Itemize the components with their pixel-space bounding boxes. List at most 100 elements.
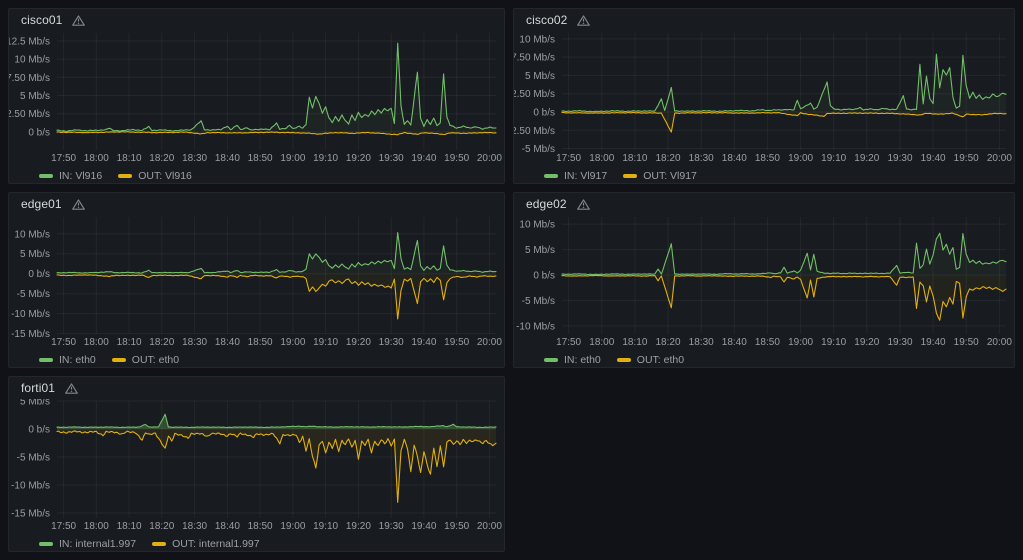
panel: edge01 17:5018:0018:1018:2018:3018:4018:… (8, 192, 505, 368)
legend-item[interactable]: OUT: Vl917 (623, 170, 697, 182)
legend-label: IN: Vl916 (59, 170, 102, 182)
x-tick-label: 18:40 (722, 153, 747, 164)
x-tick-label: 19:30 (887, 153, 912, 164)
panel-header[interactable]: forti01 (9, 377, 504, 399)
series-line-in (57, 43, 496, 131)
panel-header[interactable]: edge02 (514, 193, 1014, 215)
y-tick-label: 10 Mb/s (519, 220, 555, 231)
x-tick-label: 18:30 (689, 153, 714, 164)
x-tick-label: 19:20 (346, 153, 371, 164)
panel-title[interactable]: cisco02 (526, 13, 567, 27)
legend-item[interactable]: OUT: Vl916 (118, 170, 192, 182)
x-tick-label: 17:50 (51, 337, 76, 348)
x-tick-label: 18:50 (755, 153, 780, 164)
series-line-out (562, 112, 1006, 132)
panel-title[interactable]: forti01 (21, 381, 55, 395)
y-tick-label: -5 Mb/s (522, 296, 555, 307)
x-tick-label: 19:10 (313, 521, 338, 532)
y-tick-label: 10 Mb/s (519, 34, 555, 45)
x-tick-label: 19:20 (346, 521, 371, 532)
warning-triangle-icon[interactable] (72, 199, 85, 210)
x-tick-label: 18:40 (215, 337, 240, 348)
series-fill-out (57, 429, 496, 502)
legend-item[interactable]: IN: Vl916 (39, 170, 102, 182)
x-tick-label: 20:00 (987, 153, 1012, 164)
panel-title[interactable]: cisco01 (21, 13, 62, 27)
y-tick-label: -10 Mb/s (516, 321, 555, 332)
legend-item[interactable]: IN: Vl917 (544, 170, 607, 182)
y-tick-label: 7.50 Mb/s (9, 73, 50, 84)
legend-item[interactable]: IN: eth0 (544, 354, 601, 366)
y-tick-label: 0 b/s (533, 108, 555, 119)
x-tick-label: 19:50 (444, 521, 469, 532)
x-tick-label: 18:40 (215, 153, 240, 164)
warning-triangle-icon-svg (577, 15, 590, 26)
legend-swatch (39, 174, 53, 178)
panel-title[interactable]: edge01 (21, 197, 62, 211)
legend-item[interactable]: OUT: internal1.997 (152, 538, 260, 550)
x-tick-label: 19:50 (954, 337, 979, 348)
x-tick-label: 19:40 (921, 337, 946, 348)
x-tick-label: 19:20 (854, 337, 879, 348)
panel-header[interactable]: cisco02 (514, 9, 1014, 31)
y-tick-label: 2.50 Mb/s (514, 89, 555, 100)
legend-item[interactable]: OUT: eth0 (617, 354, 684, 366)
time-series-chart[interactable]: 17:5018:0018:1018:2018:3018:4018:5019:00… (9, 399, 504, 534)
plot-area (562, 233, 1006, 320)
plot-area (57, 43, 496, 135)
panel-header[interactable]: cisco01 (9, 9, 504, 31)
legend-item[interactable]: IN: internal1.997 (39, 538, 136, 550)
legend-label: OUT: eth0 (132, 354, 179, 366)
legend-swatch (39, 358, 53, 362)
time-series-chart[interactable]: 17:5018:0018:1018:2018:3018:4018:5019:00… (9, 215, 504, 350)
x-tick-label: 20:00 (477, 153, 502, 164)
warning-triangle-icon-svg (65, 383, 78, 394)
warning-triangle-icon-svg (72, 15, 85, 26)
legend-item[interactable]: OUT: eth0 (112, 354, 179, 366)
legend-label: IN: eth0 (564, 354, 601, 366)
legend-item[interactable]: IN: eth0 (39, 354, 96, 366)
x-tick-label: 18:20 (149, 153, 174, 164)
x-tick-label: 19:00 (280, 337, 305, 348)
x-tick-label: 19:10 (313, 153, 338, 164)
x-tick-label: 19:30 (887, 337, 912, 348)
panel-title[interactable]: edge02 (526, 197, 567, 211)
x-tick-label: 18:10 (622, 153, 647, 164)
warning-triangle-icon[interactable] (65, 383, 78, 394)
y-tick-label: -5 Mb/s (522, 144, 555, 155)
legend-label: IN: internal1.997 (59, 538, 136, 550)
x-tick-label: 18:30 (182, 337, 207, 348)
x-tick-label: 19:50 (954, 153, 979, 164)
plot-area (562, 54, 1006, 132)
x-tick-label: 18:10 (117, 337, 142, 348)
panel-header[interactable]: edge01 (9, 193, 504, 215)
legend: IN: Vl917 OUT: Vl917 (514, 166, 1014, 184)
series-fill-out (562, 112, 1006, 132)
warning-triangle-icon[interactable] (577, 15, 590, 26)
legend: IN: eth0 OUT: eth0 (514, 350, 1014, 368)
y-tick-label: 10 Mb/s (14, 229, 50, 240)
series-line-in (57, 414, 496, 427)
time-series-chart[interactable]: 17:5018:0018:1018:2018:3018:4018:5019:00… (514, 215, 1014, 350)
dashboard-row: cisco01 17:5018:0018:1018:2018:3018:4018… (8, 8, 1015, 184)
y-tick-label: 12.5 Mb/s (9, 37, 50, 48)
plot-area (57, 233, 496, 319)
y-tick-label: -15 Mb/s (11, 509, 50, 520)
y-tick-label: 5 Mb/s (20, 91, 50, 102)
x-tick-label: 19:50 (444, 337, 469, 348)
x-tick-label: 19:40 (411, 521, 436, 532)
warning-triangle-icon-svg (577, 199, 590, 210)
warning-triangle-icon[interactable] (72, 15, 85, 26)
legend-swatch (152, 542, 166, 546)
x-tick-label: 18:10 (622, 337, 647, 348)
y-tick-label: -5 Mb/s (17, 453, 50, 464)
x-tick-label: 18:40 (215, 521, 240, 532)
time-series-chart[interactable]: 17:5018:0018:1018:2018:3018:4018:5019:00… (514, 31, 1014, 166)
time-series-chart[interactable]: 17:5018:0018:1018:2018:3018:4018:5019:00… (9, 31, 504, 166)
y-tick-label: -10 Mb/s (11, 309, 50, 320)
x-tick-label: 18:20 (655, 153, 680, 164)
legend: IN: eth0 OUT: eth0 (9, 350, 504, 368)
warning-triangle-icon[interactable] (577, 199, 590, 210)
x-tick-label: 17:50 (51, 153, 76, 164)
x-tick-label: 19:20 (854, 153, 879, 164)
